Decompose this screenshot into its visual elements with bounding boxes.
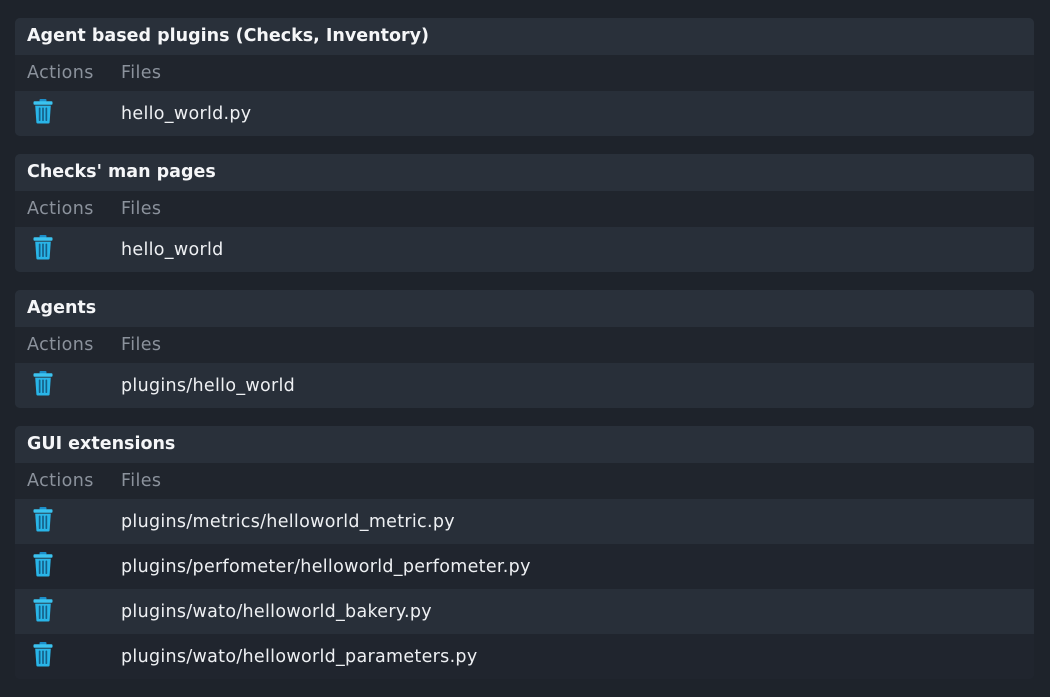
section-agents: Agents Actions Files plugins/hello_world [15,290,1034,408]
actions-column-header: Actions [27,471,94,491]
extension-package-files: Agent based plugins (Checks, Inventory) … [15,18,1034,697]
section-title: GUI extensions [15,426,1034,463]
actions-cell [15,506,121,537]
table-row: plugins/wato/helloworld_parameters.py [15,634,1034,679]
section-checks-man-pages: Checks' man pages Actions Files hello_wo… [15,154,1034,272]
section-agent-based-plugins: Agent based plugins (Checks, Inventory) … [15,18,1034,136]
files-column-header: Files [121,335,162,355]
table-row: plugins/wato/helloworld_bakery.py [15,589,1034,634]
table-header: Actions Files [15,191,1034,227]
trash-icon[interactable] [32,370,54,396]
section-gui-extensions: GUI extensions Actions Files plugins/met… [15,426,1034,679]
table-header: Actions Files [15,327,1034,363]
section-title: Checks' man pages [15,154,1034,191]
file-name: plugins/perfometer/helloworld_perfometer… [121,556,531,577]
trash-icon[interactable] [32,234,54,260]
trash-icon[interactable] [32,98,54,124]
table-row: plugins/metrics/helloworld_metric.py [15,499,1034,544]
actions-column-header: Actions [27,63,94,83]
actions-cell [15,98,121,129]
actions-cell [15,641,121,672]
trash-icon[interactable] [32,596,54,622]
table-header: Actions Files [15,463,1034,499]
table-header: Actions Files [15,55,1034,91]
table-row: plugins/perfometer/helloworld_perfometer… [15,544,1034,589]
actions-column-header: Actions [27,199,94,219]
table-row: hello_world.py [15,91,1034,136]
actions-cell [15,596,121,627]
actions-cell [15,234,121,265]
file-name: hello_world.py [121,103,252,124]
section-title: Agents [15,290,1034,327]
table-row: plugins/hello_world [15,363,1034,408]
file-name: plugins/wato/helloworld_parameters.py [121,646,478,667]
trash-icon[interactable] [32,506,54,532]
file-name: hello_world [121,239,224,260]
actions-cell [15,551,121,582]
file-name: plugins/wato/helloworld_bakery.py [121,601,432,622]
table-row: hello_world [15,227,1034,272]
file-name: plugins/hello_world [121,375,296,396]
trash-icon[interactable] [32,551,54,577]
actions-column-header: Actions [27,335,94,355]
files-column-header: Files [121,199,162,219]
file-name: plugins/metrics/helloworld_metric.py [121,511,455,532]
files-column-header: Files [121,471,162,491]
actions-cell [15,370,121,401]
files-column-header: Files [121,63,162,83]
section-title: Agent based plugins (Checks, Inventory) [15,18,1034,55]
trash-icon[interactable] [32,641,54,667]
